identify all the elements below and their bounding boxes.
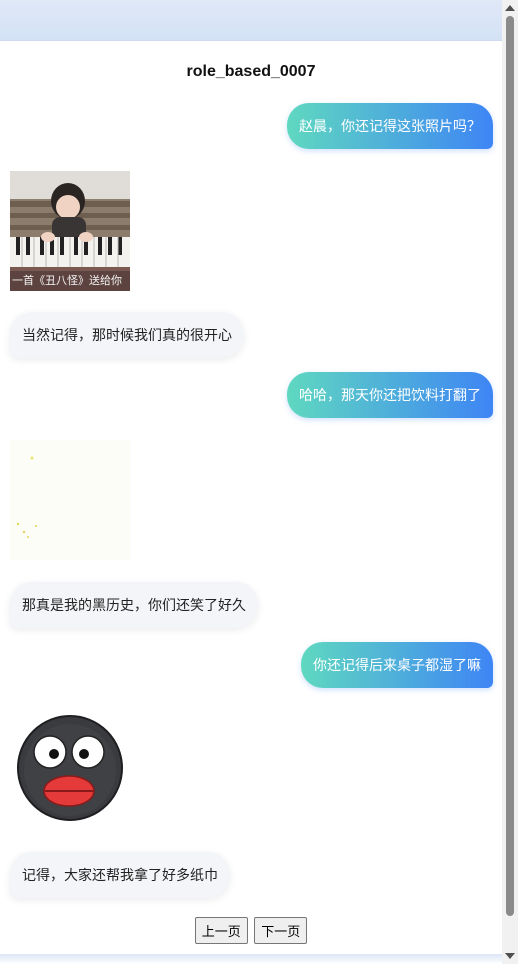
sticker-image[interactable] [10,710,130,830]
message-bubble-incoming: 记得，大家还帮我拿了好多纸巾 [10,852,230,898]
photo-caption: 一首《丑八怪》送给你 [10,271,130,291]
pagination: 上一页 下一页 [0,917,502,944]
scroll-down-arrow-icon[interactable] [505,953,515,959]
message-bubble-outgoing: 哈哈，那天你还把饮料打翻了 [287,372,493,418]
scroll-up-arrow-icon[interactable] [505,5,515,11]
bottom-band [0,954,518,964]
page-title: role_based_0007 [186,63,316,80]
googly-face-sticker [17,715,123,821]
vertical-scrollbar[interactable] [502,0,518,964]
prev-page-button[interactable]: 上一页 [194,917,248,944]
faint-sparkle-image [10,440,130,560]
shared-image-faint[interactable] [10,440,130,560]
scrollbar-thumb[interactable] [506,16,514,916]
next-page-button[interactable]: 下一页 [254,917,308,944]
chat-container: role_based_0007 赵晨，你还记得这张照片吗？ 一首《丑八怪》送给你… [0,41,502,953]
top-header-band [0,0,502,41]
message-bubble-incoming: 那真是我的黑历史，你们还笑了好久 [10,582,258,628]
message-bubble-outgoing: 你还记得后来桌子都湿了嘛 [301,642,493,688]
shared-photo[interactable]: 一首《丑八怪》送给你 [10,171,130,291]
message-bubble-incoming: 当然记得，那时候我们真的很开心 [10,312,244,358]
message-bubble-outgoing: 赵晨，你还记得这张照片吗？ [287,103,493,149]
